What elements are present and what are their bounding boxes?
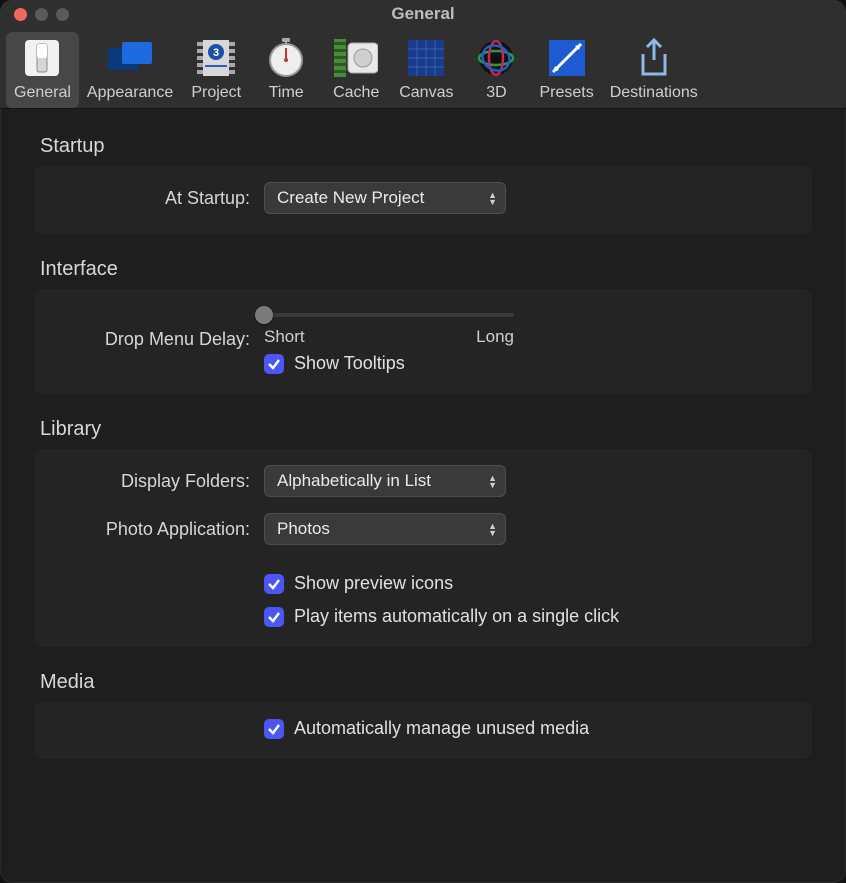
- tab-time[interactable]: Time: [251, 32, 321, 108]
- label-display-folders: Display Folders:: [54, 471, 264, 492]
- tab-cache[interactable]: Cache: [321, 32, 391, 108]
- popup-value: Photos: [277, 519, 330, 539]
- label-auto-manage-media: Automatically manage unused media: [294, 718, 589, 739]
- check-icon: [267, 722, 281, 736]
- label-show-tooltips: Show Tooltips: [294, 353, 405, 374]
- chevron-updown-icon: ▲▼: [488, 192, 497, 205]
- slider-min-label: Short: [264, 327, 305, 347]
- tab-destinations[interactable]: Destinations: [602, 32, 706, 108]
- section-heading-media: Media: [40, 671, 812, 694]
- tab-label: Destinations: [610, 84, 698, 102]
- chevron-updown-icon: ▲▼: [488, 475, 497, 488]
- label-show-preview-icons: Show preview icons: [294, 573, 453, 594]
- tab-label: General: [14, 84, 71, 102]
- popup-display-folders[interactable]: Alphabetically in List ▲▼: [264, 465, 506, 497]
- switch-icon: [20, 36, 64, 80]
- toolbar: General Appearance: [0, 28, 846, 109]
- film-icon: 3: [194, 36, 238, 80]
- label-photo-application: Photo Application:: [54, 519, 264, 540]
- cache-icon: [334, 36, 378, 80]
- appearance-icon: [108, 36, 152, 80]
- checkbox-play-auto[interactable]: [264, 607, 284, 627]
- svg-text:3: 3: [213, 47, 219, 59]
- panel-interface: Drop Menu Delay: Short Long: [34, 289, 812, 394]
- tab-canvas[interactable]: Canvas: [391, 32, 461, 108]
- tab-label: Project: [191, 84, 241, 102]
- content-area: Startup At Startup: Create New Project ▲…: [0, 109, 846, 803]
- tab-label: Time: [269, 84, 304, 102]
- section-heading-library: Library: [40, 418, 812, 441]
- checkbox-show-tooltips[interactable]: [264, 354, 284, 374]
- slider-labels: Short Long: [264, 327, 514, 347]
- tab-label: 3D: [486, 84, 506, 102]
- popup-value: Alphabetically in List: [277, 471, 431, 491]
- tab-label: Cache: [333, 84, 379, 102]
- window-title: General: [0, 4, 846, 24]
- label-drop-menu-delay: Drop Menu Delay:: [54, 329, 264, 350]
- tab-project[interactable]: 3 Project: [181, 32, 251, 108]
- tab-general[interactable]: General: [6, 32, 79, 108]
- preferences-window: General General Appearance: [0, 0, 846, 883]
- tab-appearance[interactable]: Appearance: [79, 32, 181, 108]
- check-icon: [267, 357, 281, 371]
- panel-library: Display Folders: Alphabetically in List …: [34, 449, 812, 647]
- tab-presets[interactable]: Presets: [531, 32, 601, 108]
- presets-icon: [545, 36, 589, 80]
- popup-photo-application[interactable]: Photos ▲▼: [264, 513, 506, 545]
- chevron-updown-icon: ▲▼: [488, 523, 497, 536]
- tab-label: Canvas: [399, 84, 453, 102]
- label-at-startup: At Startup:: [54, 188, 264, 209]
- sphere-icon: [474, 36, 518, 80]
- panel-startup: At Startup: Create New Project ▲▼: [34, 166, 812, 234]
- label-play-auto: Play items automatically on a single cli…: [294, 606, 619, 627]
- slider-max-label: Long: [476, 327, 514, 347]
- stopwatch-icon: [264, 36, 308, 80]
- tab-label: Appearance: [87, 84, 173, 102]
- slider-drop-menu-delay[interactable]: [264, 313, 514, 317]
- titlebar: General: [0, 0, 846, 28]
- canvas-icon: [404, 36, 448, 80]
- tab-label: Presets: [539, 84, 593, 102]
- slider-thumb-icon[interactable]: [255, 306, 273, 324]
- checkbox-show-preview-icons[interactable]: [264, 574, 284, 594]
- check-icon: [267, 577, 281, 591]
- popup-value: Create New Project: [277, 188, 424, 208]
- popup-at-startup[interactable]: Create New Project ▲▼: [264, 182, 506, 214]
- section-heading-startup: Startup: [40, 135, 812, 158]
- tab-3d[interactable]: 3D: [461, 32, 531, 108]
- check-icon: [267, 610, 281, 624]
- share-icon: [632, 36, 676, 80]
- panel-media: Automatically manage unused media: [34, 702, 812, 759]
- checkbox-auto-manage-media[interactable]: [264, 719, 284, 739]
- section-heading-interface: Interface: [40, 258, 812, 281]
